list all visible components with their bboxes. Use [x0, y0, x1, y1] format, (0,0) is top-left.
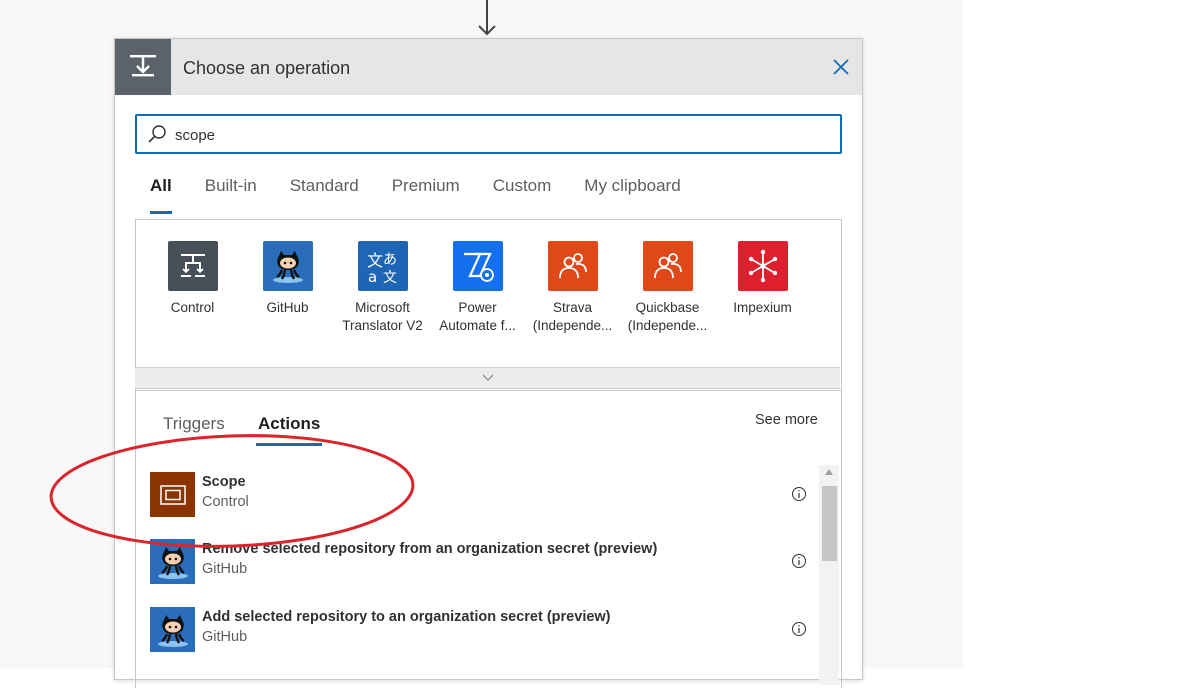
power-automate-icon: [452, 241, 503, 291]
scroll-up-arrow-icon[interactable]: [825, 469, 833, 475]
tab-built-in[interactable]: Built-in: [205, 176, 257, 216]
search-box[interactable]: [135, 114, 842, 154]
tab-my-clipboard[interactable]: My clipboard: [584, 176, 680, 216]
action-remove-repository-secret[interactable]: Remove selected repository from an organ…: [150, 539, 820, 585]
connector-label: Strava (Independe...: [532, 300, 613, 333]
tab-all[interactable]: All: [150, 176, 172, 216]
scope-icon: [150, 472, 195, 517]
people-icon: [642, 241, 693, 291]
translator-icon: 文 あ a 文: [357, 241, 408, 291]
tab-actions[interactable]: Actions: [255, 414, 323, 446]
action-scope[interactable]: Scope Control: [150, 472, 820, 518]
search-icon: [148, 125, 166, 143]
connector-label: GitHub: [266, 300, 309, 315]
connector-label: Impexium: [733, 300, 792, 315]
control-icon: [167, 241, 218, 291]
svg-text:文: 文: [383, 270, 397, 286]
impexium-icon: [737, 241, 788, 291]
see-more-link[interactable]: See more: [755, 412, 818, 428]
category-tabs: All Built-in Standard Premium Custom My …: [150, 176, 714, 216]
connector-control[interactable]: Control: [145, 241, 240, 317]
tab-custom[interactable]: Custom: [493, 176, 552, 216]
tab-standard[interactable]: Standard: [290, 176, 359, 216]
connector-quickbase[interactable]: Quickbase (Independe...: [620, 241, 715, 335]
connector-label: Microsoft Translator V2: [342, 300, 423, 333]
action-connector: GitHub: [202, 561, 248, 577]
github-octocat-icon: [150, 607, 195, 652]
dialog-header: Choose an operation: [115, 39, 862, 95]
connector-github[interactable]: GitHub: [240, 241, 335, 317]
github-octocat-icon: [262, 241, 313, 291]
action-title: Add selected repository to an organizati…: [202, 609, 611, 625]
action-title: Scope: [202, 474, 246, 490]
connector-impexium[interactable]: Impexium: [715, 241, 810, 317]
close-button[interactable]: [829, 55, 853, 79]
choose-operation-dialog: Choose an operation All Built-in Standar…: [114, 38, 863, 688]
connector-strava[interactable]: Strava (Independe...: [525, 241, 620, 335]
action-title: Remove selected repository from an organ…: [202, 541, 658, 557]
connector-power-automate[interactable]: Power Automate f...: [430, 241, 525, 335]
flow-connector-arrow: [478, 0, 496, 36]
tab-premium[interactable]: Premium: [392, 176, 460, 216]
github-octocat-icon: [150, 539, 195, 584]
svg-text:あ: あ: [383, 252, 397, 268]
people-icon: [547, 241, 598, 291]
action-connector: Control: [202, 494, 249, 510]
dialog-title: Choose an operation: [183, 58, 351, 78]
tab-triggers[interactable]: Triggers: [163, 414, 225, 434]
close-icon[interactable]: [829, 55, 853, 79]
expand-connectors-button[interactable]: [135, 367, 840, 389]
connector-label: Power Automate f...: [439, 300, 516, 333]
info-icon[interactable]: [791, 553, 807, 569]
connector-microsoft-translator[interactable]: 文 あ a 文 Microsoft Translator V2: [335, 241, 430, 335]
scrollbar-thumb[interactable]: [822, 486, 837, 561]
connector-grid: Control GitHub 文 あ a 文 Microsoft Transla…: [135, 219, 842, 391]
control-icon: [115, 39, 171, 95]
info-icon[interactable]: [791, 486, 807, 502]
action-connector: GitHub: [202, 629, 248, 645]
info-icon[interactable]: [791, 621, 807, 637]
search-input[interactable]: [173, 121, 827, 149]
results-scrollbar[interactable]: [819, 465, 839, 685]
chevron-down-icon[interactable]: [482, 374, 494, 382]
connector-label: Quickbase (Independe...: [627, 300, 708, 333]
connector-label: Control: [170, 300, 215, 315]
action-add-repository-secret[interactable]: Add selected repository to an organizati…: [150, 607, 820, 653]
svg-text:a: a: [368, 268, 377, 286]
